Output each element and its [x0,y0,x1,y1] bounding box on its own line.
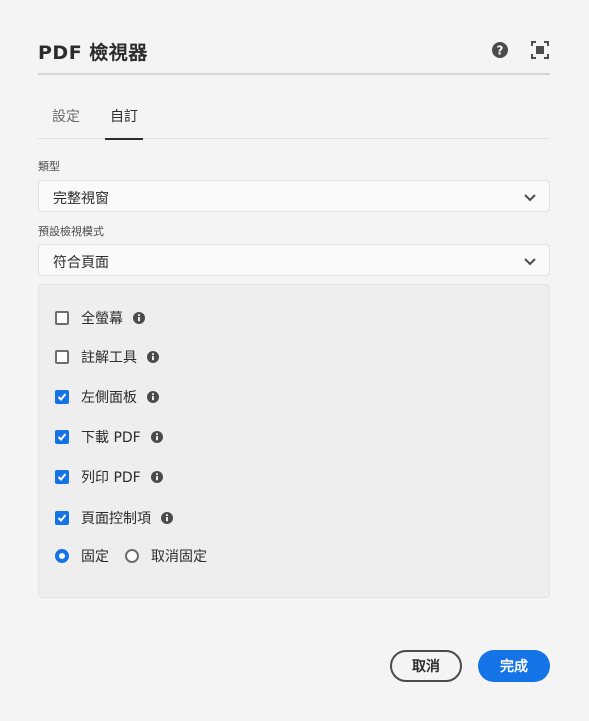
view-mode-select-value: 符合頁面 [53,255,109,271]
info-icon[interactable] [161,512,173,524]
title-divider [38,73,550,75]
tab-bar: 設定 自訂 [38,104,550,140]
download-pdf-checkbox[interactable] [55,430,69,444]
view-mode-label: 預設檢視模式 [38,225,104,238]
page-controls-checkbox[interactable] [55,511,69,525]
annotation-tools-checkbox[interactable] [55,350,69,364]
type-select[interactable]: 完整視窗 [38,180,550,212]
option-download-pdf: 下載 PDF [55,428,163,446]
type-select-value: 完整視窗 [53,191,109,207]
option-left-panel: 左側面板 [55,388,159,406]
chevron-down-icon [524,194,536,202]
done-button[interactable]: 完成 [478,650,550,682]
fullscreen-icon[interactable] [529,39,551,61]
print-pdf-checkbox[interactable] [55,470,69,484]
docked-label: 固定 [81,549,109,565]
type-label: 類型 [38,160,60,173]
info-icon[interactable] [150,431,163,443]
title-toolbar: ? [489,39,551,61]
option-fullscreen: 全螢幕 [55,309,145,327]
tab-custom[interactable]: 自訂 [105,104,143,140]
option-label: 下載 PDF [81,430,141,446]
info-icon[interactable] [147,351,159,363]
option-label: 全螢幕 [81,311,123,327]
undocked-radio[interactable] [125,549,139,563]
svg-text:?: ? [497,44,504,58]
fullscreen-checkbox[interactable] [55,311,69,325]
view-mode-select[interactable]: 符合頁面 [38,244,550,276]
undocked-label: 取消固定 [151,549,207,565]
help-icon[interactable]: ? [489,39,511,61]
info-icon[interactable] [133,312,145,324]
chevron-down-icon [524,258,536,266]
option-page-controls: 頁面控制項 [55,509,173,527]
cancel-button[interactable]: 取消 [390,650,462,682]
options-panel: 全螢幕 註解工具 左側面板 下載 PDF 列印 PDF 頁面控制項 固定 取消固… [38,284,550,598]
left-panel-checkbox[interactable] [55,390,69,404]
dock-radio-group: 固定 取消固定 [55,547,207,565]
info-icon[interactable] [150,471,163,483]
option-label: 註解工具 [81,350,137,366]
option-label: 列印 PDF [81,470,141,486]
option-print-pdf: 列印 PDF [55,468,163,486]
option-label: 左側面板 [81,390,137,406]
info-icon[interactable] [147,391,159,403]
docked-radio[interactable] [55,549,69,563]
option-label: 頁面控制項 [81,511,151,527]
tab-settings[interactable]: 設定 [52,104,80,139]
option-annotation-tools: 註解工具 [55,348,159,366]
dialog-title: PDF 檢視器 [38,42,148,64]
